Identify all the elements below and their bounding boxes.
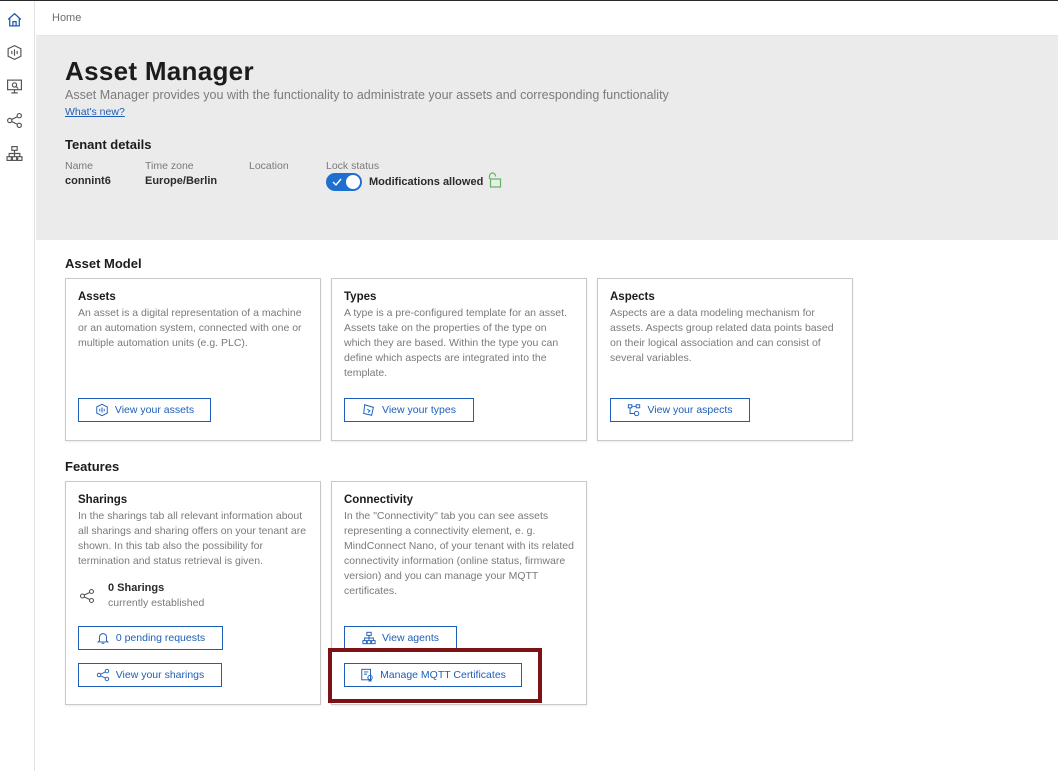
view-aspects-button[interactable]: View your aspects [610, 398, 750, 422]
sidebar-item-assets[interactable] [3, 41, 25, 63]
manage-mqtt-certificates-button[interactable]: Manage MQTT Certificates [344, 663, 522, 687]
monitor-search-icon [6, 79, 22, 93]
sidebar-item-monitor[interactable] [3, 75, 25, 97]
sharings-count: 0 Sharings [108, 582, 165, 594]
sharings-count-subtitle: currently established [108, 597, 205, 609]
sidebar-item-hierarchy[interactable] [3, 142, 25, 164]
lock-status-value: Modifications allowed [369, 176, 484, 188]
whats-new-link[interactable]: What's new? [65, 106, 125, 118]
assets-card: Assets An asset is a digital representat… [65, 278, 321, 441]
page-title: Asset Manager [65, 56, 254, 86]
asset-hexagon-icon [96, 403, 108, 417]
button-label: View your assets [114, 404, 195, 416]
aspects-card: Aspects Aspects are a data modeling mech… [597, 278, 853, 441]
card-title: Aspects [610, 291, 655, 303]
connectivity-card: Connectivity In the "Connectivity" tab y… [331, 481, 587, 705]
timezone-label: Time zone [145, 160, 194, 172]
certificate-icon [361, 668, 373, 682]
button-label: View your types [382, 404, 456, 416]
sidebar-item-sharings[interactable] [3, 109, 25, 131]
button-label: 0 pending requests [115, 632, 206, 644]
asset-hexagon-icon [7, 44, 21, 60]
card-title: Types [344, 291, 377, 303]
button-label: View your sharings [115, 669, 205, 681]
hierarchy-icon [5, 145, 23, 161]
tenant-name-label: Name [65, 160, 94, 172]
lock-status-toggle[interactable] [326, 173, 362, 191]
card-description: An asset is a digital representation of … [78, 307, 302, 349]
top-bar: Home [36, 1, 1058, 36]
share-nodes-icon [6, 112, 22, 128]
share-nodes-icon [79, 588, 95, 604]
location-label: Location [249, 160, 289, 172]
share-nodes-icon [96, 668, 109, 682]
aspect-nodes-icon [628, 404, 641, 417]
hierarchy-icon [362, 631, 376, 645]
toggle-knob [346, 175, 360, 189]
page-description: Asset Manager provides you with the func… [65, 88, 669, 102]
button-label: Manage MQTT Certificates [380, 669, 506, 681]
card-description: A type is a pre-configured template for … [344, 307, 567, 379]
types-card: Types A type is a pre-configured templat… [331, 278, 587, 441]
button-label: View your aspects [647, 404, 733, 416]
card-description: In the sharings tab all relevant informa… [78, 510, 307, 567]
asset-model-heading: Asset Model [65, 256, 142, 271]
sidebar [0, 1, 35, 771]
hero-header: Asset Manager Asset Manager provides you… [36, 36, 1058, 240]
sharings-card: Sharings In the sharings tab all relevan… [65, 481, 321, 705]
lock-status-label: Lock status [326, 160, 380, 172]
check-icon [332, 178, 342, 187]
view-sharings-button[interactable]: View your sharings [78, 663, 222, 687]
bell-icon [96, 633, 109, 644]
button-label: View agents [381, 632, 439, 644]
view-types-button[interactable]: View your types [344, 398, 474, 422]
card-description: In the "Connectivity" tab you can see as… [344, 510, 574, 597]
card-title: Connectivity [344, 494, 414, 506]
card-description: Aspects are a data modeling mechanism fo… [610, 307, 834, 364]
card-title: Assets [78, 291, 116, 303]
pending-requests-button[interactable]: 0 pending requests [78, 626, 223, 650]
type-template-icon [363, 404, 374, 416]
timezone-value: Europe/Berlin [145, 175, 218, 187]
tenant-name-value: connint6 [65, 175, 111, 187]
breadcrumb-home[interactable]: Home [52, 12, 81, 24]
features-heading: Features [65, 459, 120, 474]
sidebar-item-home[interactable] [3, 8, 25, 30]
tenant-details-heading: Tenant details [65, 137, 152, 152]
card-title: Sharings [78, 494, 128, 506]
view-assets-button[interactable]: View your assets [78, 398, 211, 422]
unlock-icon [488, 172, 502, 188]
view-agents-button[interactable]: View agents [344, 626, 457, 650]
home-icon [7, 12, 21, 27]
